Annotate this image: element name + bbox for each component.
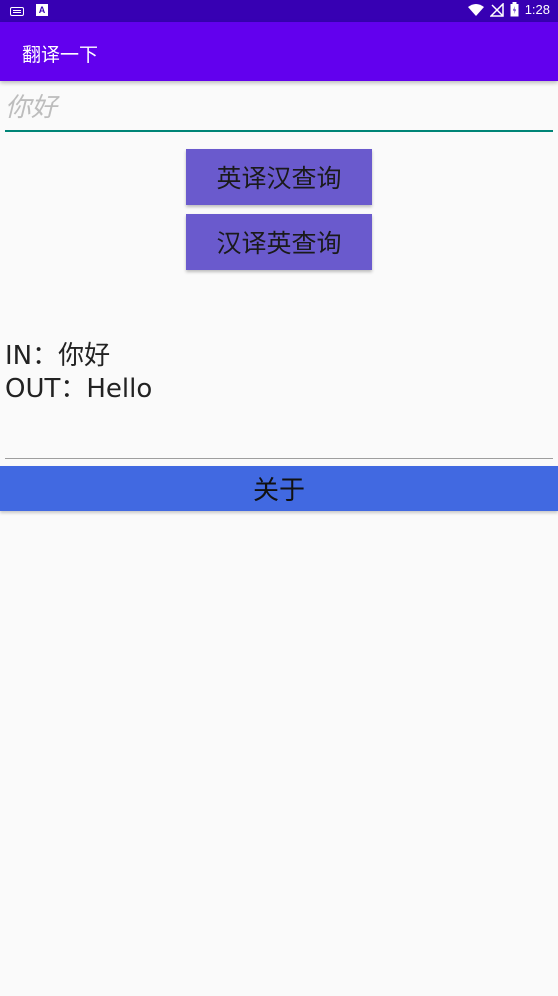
- divider: [5, 458, 553, 459]
- no-signal-icon: [489, 2, 504, 17]
- status-right: 1:28: [467, 2, 550, 17]
- status-bar: A 1:28: [0, 0, 558, 22]
- about-button[interactable]: 关于: [0, 466, 558, 511]
- keyboard-icon: [10, 6, 24, 16]
- result-input-line: IN：你好: [5, 341, 111, 371]
- battery-icon: [510, 2, 519, 17]
- en-to-zh-query-button[interactable]: 英译汉查询: [186, 149, 372, 205]
- result-output-line: OUT：Hello: [5, 374, 153, 404]
- zh-to-en-query-button[interactable]: 汉译英查询: [186, 214, 372, 270]
- app-title: 翻译一下: [22, 44, 99, 66]
- a-app-icon: A: [36, 4, 48, 16]
- status-left: A: [10, 4, 48, 16]
- status-time: 1:28: [524, 2, 550, 17]
- wifi-icon: [467, 3, 484, 17]
- result-area: IN：你好 OUT：Hello: [5, 340, 152, 406]
- translate-input[interactable]: [5, 90, 553, 126]
- translate-input-container: [5, 90, 553, 132]
- app-bar: 翻译一下: [0, 22, 558, 81]
